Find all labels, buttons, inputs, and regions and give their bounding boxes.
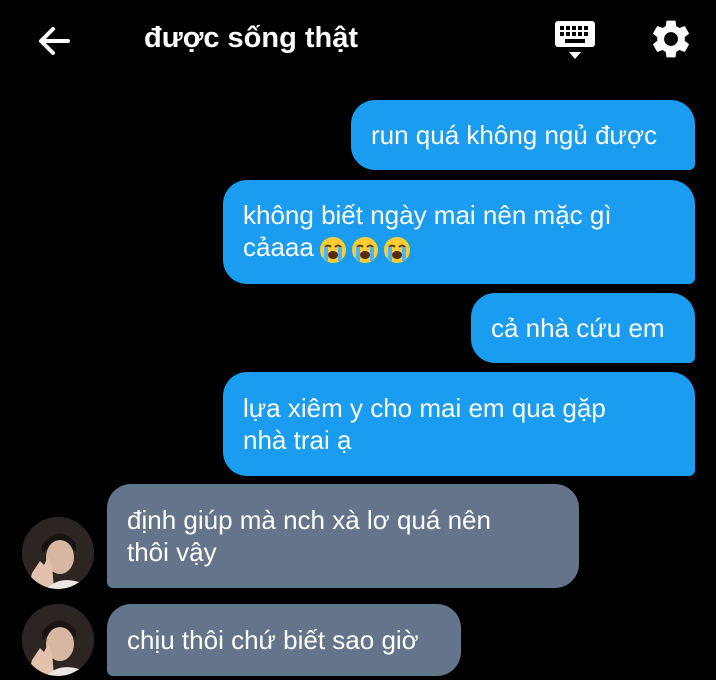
message-text: định giúp mà nch xà lơ quá nên thôi vậy — [127, 505, 491, 567]
loudly-crying-face-icon — [383, 236, 410, 263]
settings-button[interactable] — [648, 16, 694, 62]
avatar-photo — [22, 604, 94, 676]
arrow-left-icon — [39, 27, 70, 55]
message-bubble-incoming[interactable]: chịu thôi chứ biết sao giờ — [107, 604, 461, 676]
message-text: cả nhà cứu em — [491, 313, 665, 343]
message-text: lựa xiêm y cho mai em qua gặp nhà trai ạ — [243, 393, 606, 455]
message-text: run quá không ngủ được — [371, 120, 657, 150]
chat-header: được sống thật — [0, 0, 716, 80]
message-content: không biết ngày mai nên mặc gì cảaaa — [243, 199, 612, 264]
keyboard-icon — [555, 21, 595, 59]
message-bubble-outgoing[interactable]: lựa xiêm y cho mai em qua gặp nhà trai ạ — [223, 372, 695, 476]
message-text: không biết ngày mai nên mặc gì cảaaa — [243, 200, 612, 263]
message-bubble-outgoing[interactable]: run quá không ngủ được — [351, 100, 695, 170]
sender-avatar[interactable] — [22, 604, 94, 676]
keyboard-button[interactable] — [552, 18, 598, 62]
sender-avatar[interactable] — [22, 517, 94, 589]
avatar-photo — [22, 517, 94, 589]
conversation-title: được sống thật — [144, 22, 359, 54]
message-text: chịu thôi chứ biết sao giờ — [127, 625, 419, 655]
back-button[interactable] — [34, 20, 76, 62]
message-bubble-incoming[interactable]: định giúp mà nch xà lơ quá nên thôi vậy — [107, 484, 579, 588]
loudly-crying-face-icon — [319, 236, 346, 263]
message-bubble-outgoing[interactable]: cả nhà cứu em — [471, 293, 695, 363]
loudly-crying-face-icon — [351, 236, 378, 263]
message-bubble-outgoing[interactable]: không biết ngày mai nên mặc gì cảaaa — [223, 180, 695, 284]
emoji-group — [318, 235, 412, 265]
gear-icon — [653, 20, 689, 58]
